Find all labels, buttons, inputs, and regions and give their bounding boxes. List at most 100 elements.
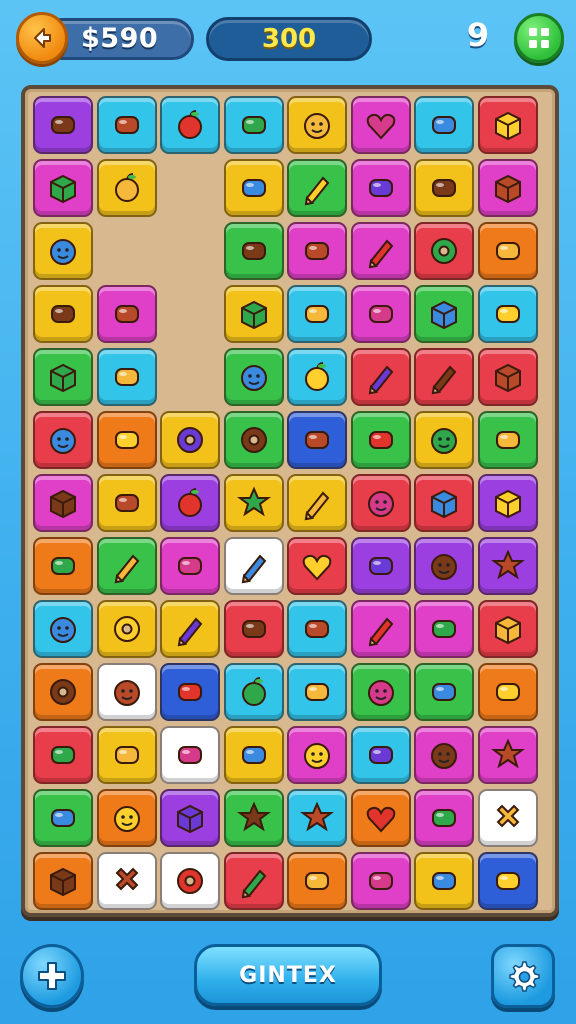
board-tile[interactable] [477, 726, 538, 784]
board-tile[interactable] [350, 600, 411, 658]
add-button[interactable] [20, 944, 84, 1008]
board-tile[interactable] [96, 789, 157, 847]
board-tile[interactable] [414, 222, 474, 280]
board-tile[interactable] [160, 726, 220, 784]
board-tile[interactable] [350, 726, 411, 784]
board-tile[interactable] [96, 474, 157, 532]
board-tile[interactable] [350, 222, 411, 280]
board-tile[interactable] [350, 285, 411, 343]
board-tile[interactable] [477, 789, 538, 847]
board-tile[interactable] [223, 789, 284, 847]
board-tile[interactable] [477, 852, 538, 910]
board-tile[interactable] [33, 474, 93, 532]
board-tile[interactable] [287, 474, 347, 532]
board-tile[interactable] [33, 348, 93, 406]
board-tile[interactable] [223, 474, 284, 532]
board-tile[interactable] [33, 663, 93, 721]
board-tile[interactable] [96, 600, 157, 658]
back-button[interactable] [16, 12, 68, 64]
board-tile[interactable] [33, 222, 93, 280]
board-tile[interactable] [33, 726, 93, 784]
board-tile[interactable] [477, 411, 538, 469]
board-tile[interactable] [350, 663, 411, 721]
settings-button[interactable] [491, 944, 555, 1008]
board-tile[interactable] [96, 285, 157, 343]
board-tile[interactable] [160, 600, 220, 658]
board-tile[interactable] [477, 474, 538, 532]
board-tile[interactable] [477, 348, 538, 406]
board-tile[interactable] [96, 852, 157, 910]
board-tile[interactable] [414, 96, 474, 154]
board-tile[interactable] [223, 726, 284, 784]
board-tile[interactable] [223, 96, 284, 154]
board-tile[interactable] [33, 852, 93, 910]
board-tile[interactable] [160, 789, 220, 847]
board-tile[interactable] [33, 411, 93, 469]
board-tile[interactable] [160, 852, 220, 910]
board-tile[interactable] [477, 663, 538, 721]
board-tile[interactable] [477, 96, 538, 154]
board-tile[interactable] [223, 159, 284, 217]
board-tile[interactable] [160, 474, 220, 532]
board-tile[interactable] [350, 348, 411, 406]
board-tile[interactable] [223, 348, 284, 406]
board-tile[interactable] [96, 411, 157, 469]
board-tile[interactable] [414, 537, 474, 595]
board-tile[interactable] [160, 663, 220, 721]
board-tile[interactable] [287, 852, 347, 910]
board-tile[interactable] [96, 348, 157, 406]
board-tile[interactable] [350, 789, 411, 847]
board-tile[interactable] [477, 285, 538, 343]
board-tile[interactable] [96, 159, 157, 217]
board-tile[interactable] [477, 537, 538, 595]
board-tile[interactable] [223, 411, 284, 469]
board-tile[interactable] [350, 96, 411, 154]
board-tile[interactable] [414, 411, 474, 469]
board-tile[interactable] [414, 285, 474, 343]
board-tile[interactable] [414, 159, 474, 217]
board-tile[interactable] [160, 537, 220, 595]
board-tile[interactable] [477, 159, 538, 217]
board-tile[interactable] [350, 474, 411, 532]
board-tile[interactable] [350, 537, 411, 595]
board-tile[interactable] [33, 789, 93, 847]
board-tile[interactable] [414, 474, 474, 532]
board-tile[interactable] [223, 285, 284, 343]
board-tile[interactable] [223, 852, 284, 910]
board-tile[interactable] [287, 663, 347, 721]
board-tile[interactable] [287, 537, 347, 595]
board-tile[interactable] [350, 852, 411, 910]
board-tile[interactable] [414, 600, 474, 658]
board-tile[interactable] [33, 537, 93, 595]
continue-button[interactable]: GINTEX [194, 944, 382, 1006]
board-tile[interactable] [287, 726, 347, 784]
board-tile[interactable] [160, 96, 220, 154]
board-tile[interactable] [287, 222, 347, 280]
board-tile[interactable] [223, 537, 284, 595]
board-tile[interactable] [350, 411, 411, 469]
board-tile[interactable] [96, 537, 157, 595]
board-tile[interactable] [287, 600, 347, 658]
board-tile[interactable] [414, 789, 474, 847]
board-tile[interactable] [414, 663, 474, 721]
board-tile[interactable] [33, 96, 93, 154]
board-tile[interactable] [477, 222, 538, 280]
board-tile[interactable] [287, 159, 347, 217]
board-tile[interactable] [96, 663, 157, 721]
board-tile[interactable] [33, 159, 93, 217]
board-tile[interactable] [96, 96, 157, 154]
board-tile[interactable] [287, 789, 347, 847]
board-tile[interactable] [33, 285, 93, 343]
board-tile[interactable] [96, 726, 157, 784]
board-tile[interactable] [414, 852, 474, 910]
board-tile[interactable] [350, 159, 411, 217]
menu-button[interactable] [514, 13, 564, 63]
board-tile[interactable] [223, 600, 284, 658]
board-tile[interactable] [287, 411, 347, 469]
board-tile[interactable] [33, 600, 93, 658]
board-tile[interactable] [477, 600, 538, 658]
board-tile[interactable] [287, 285, 347, 343]
board-tile[interactable] [287, 348, 347, 406]
board-tile[interactable] [414, 726, 474, 784]
board-tile[interactable] [223, 663, 284, 721]
